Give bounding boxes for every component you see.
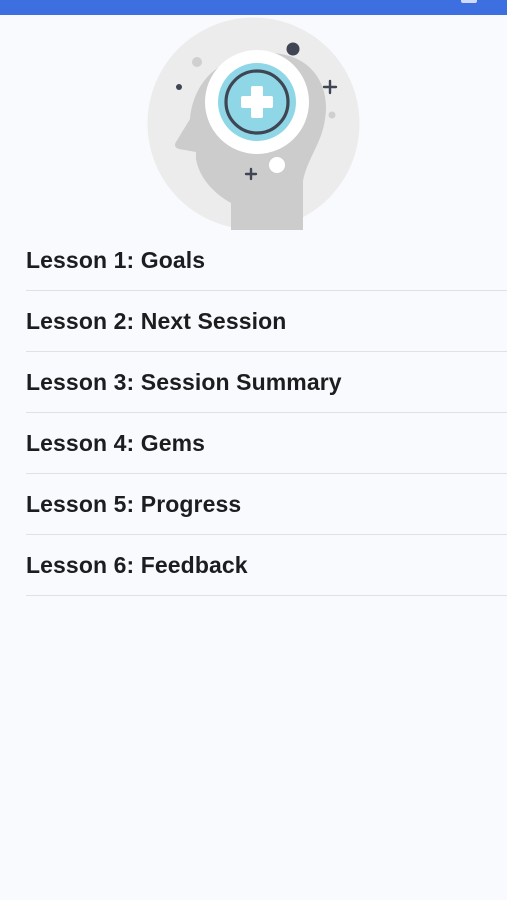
status-bar xyxy=(0,0,507,15)
lesson-item-next-session[interactable]: Lesson 2: Next Session xyxy=(26,291,507,352)
lesson-item-feedback[interactable]: Lesson 6: Feedback xyxy=(26,535,507,596)
lesson-item-goals[interactable]: Lesson 1: Goals xyxy=(26,230,507,291)
mental-health-illustration xyxy=(147,17,360,230)
lesson-item-gems[interactable]: Lesson 4: Gems xyxy=(26,413,507,474)
lesson-item-progress[interactable]: Lesson 5: Progress xyxy=(26,474,507,535)
head-with-medical-cross-icon xyxy=(147,17,360,230)
lesson-label: Lesson 2: Next Session xyxy=(26,307,287,334)
lesson-label: Lesson 6: Feedback xyxy=(26,551,248,578)
lesson-label: Lesson 1: Goals xyxy=(26,246,206,273)
status-indicator xyxy=(461,0,477,3)
lesson-label: Lesson 4: Gems xyxy=(26,429,206,456)
lesson-item-session-summary[interactable]: Lesson 3: Session Summary xyxy=(26,352,507,413)
lesson-label: Lesson 5: Progress xyxy=(26,490,242,517)
lesson-label: Lesson 3: Session Summary xyxy=(26,368,342,395)
lesson-list: Lesson 1: Goals Lesson 2: Next Session L… xyxy=(26,230,507,596)
